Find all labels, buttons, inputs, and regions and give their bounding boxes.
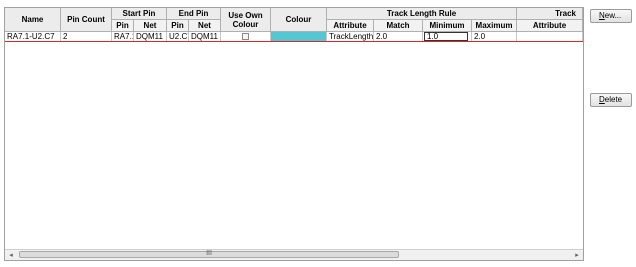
scroll-thumb[interactable]: III [19,250,399,258]
header-track[interactable]: Track [517,8,583,20]
horizontal-scrollbar[interactable]: ◂ III ▸ [5,249,583,260]
cell-pin-count[interactable]: 2 [61,32,112,41]
cell-minimum: 1.0 [423,32,472,41]
cell-maximum[interactable]: 2.0 [472,32,517,41]
header-colour[interactable]: Colour [271,8,327,32]
delete-button-label: elete [604,95,623,104]
pin-pairs-grid[interactable]: Name Pin Count Start Pin End Pin Use Own… [4,7,584,261]
header-track-label: Track [555,9,576,18]
cell-match[interactable]: 2.0 [374,32,423,41]
header-pin-count[interactable]: Pin Count [61,8,112,32]
colour-swatch[interactable] [271,32,327,41]
header-end-pin-net[interactable]: Net [189,20,221,32]
cell-track-attribute[interactable] [517,32,583,41]
cell-end-net[interactable]: DQM11 [189,32,221,41]
header-track-length-rule[interactable]: Track Length Rule [327,8,517,20]
use-own-colour-checkbox[interactable] [242,33,249,40]
minimum-input[interactable]: 1.0 [424,32,468,41]
table-row[interactable]: RA7.1-U2.C7 2 RA7.1 DQM11 U2.C7 DQM11 Tr… [5,32,583,42]
header-match[interactable]: Match [374,20,423,32]
cell-start-pin[interactable]: RA7.1 [112,32,134,41]
header-end-pin[interactable]: End Pin [167,8,221,20]
header-start-pin-net[interactable]: Net [134,20,167,32]
header-start-pin[interactable]: Start Pin [112,8,167,20]
header-attribute[interactable]: Attribute [327,20,374,32]
scroll-right-icon[interactable]: ▸ [571,250,583,260]
new-button-label: ew... [604,11,622,20]
cell-use-own-colour [221,32,271,41]
new-button[interactable]: New... [590,9,632,23]
cell-end-pin[interactable]: U2.C7 [167,32,189,41]
header-minimum[interactable]: Minimum [423,20,472,32]
header-end-pin-pin[interactable]: Pin [167,20,189,32]
delete-button[interactable]: Delete [590,93,632,107]
scroll-left-icon[interactable]: ◂ [5,250,17,260]
header-name[interactable]: Name [5,8,61,32]
header-maximum[interactable]: Maximum [472,20,517,32]
header-use-own-colour-line2: Colour [232,19,259,29]
header-use-own-colour-line1: Use Own [228,10,263,20]
cell-start-net[interactable]: DQM11 [134,32,167,41]
header-use-own-colour[interactable]: Use Own Colour [221,8,271,32]
cell-name[interactable]: RA7.1-U2.C7 [5,32,61,41]
cell-attribute[interactable]: TrackLength [327,32,374,41]
header-start-pin-pin[interactable]: Pin [112,20,134,32]
grid-header: Name Pin Count Start Pin End Pin Use Own… [5,8,583,32]
scroll-thumb-grip-icon: III [206,250,212,257]
header-track-attribute[interactable]: Attribute [517,20,583,32]
